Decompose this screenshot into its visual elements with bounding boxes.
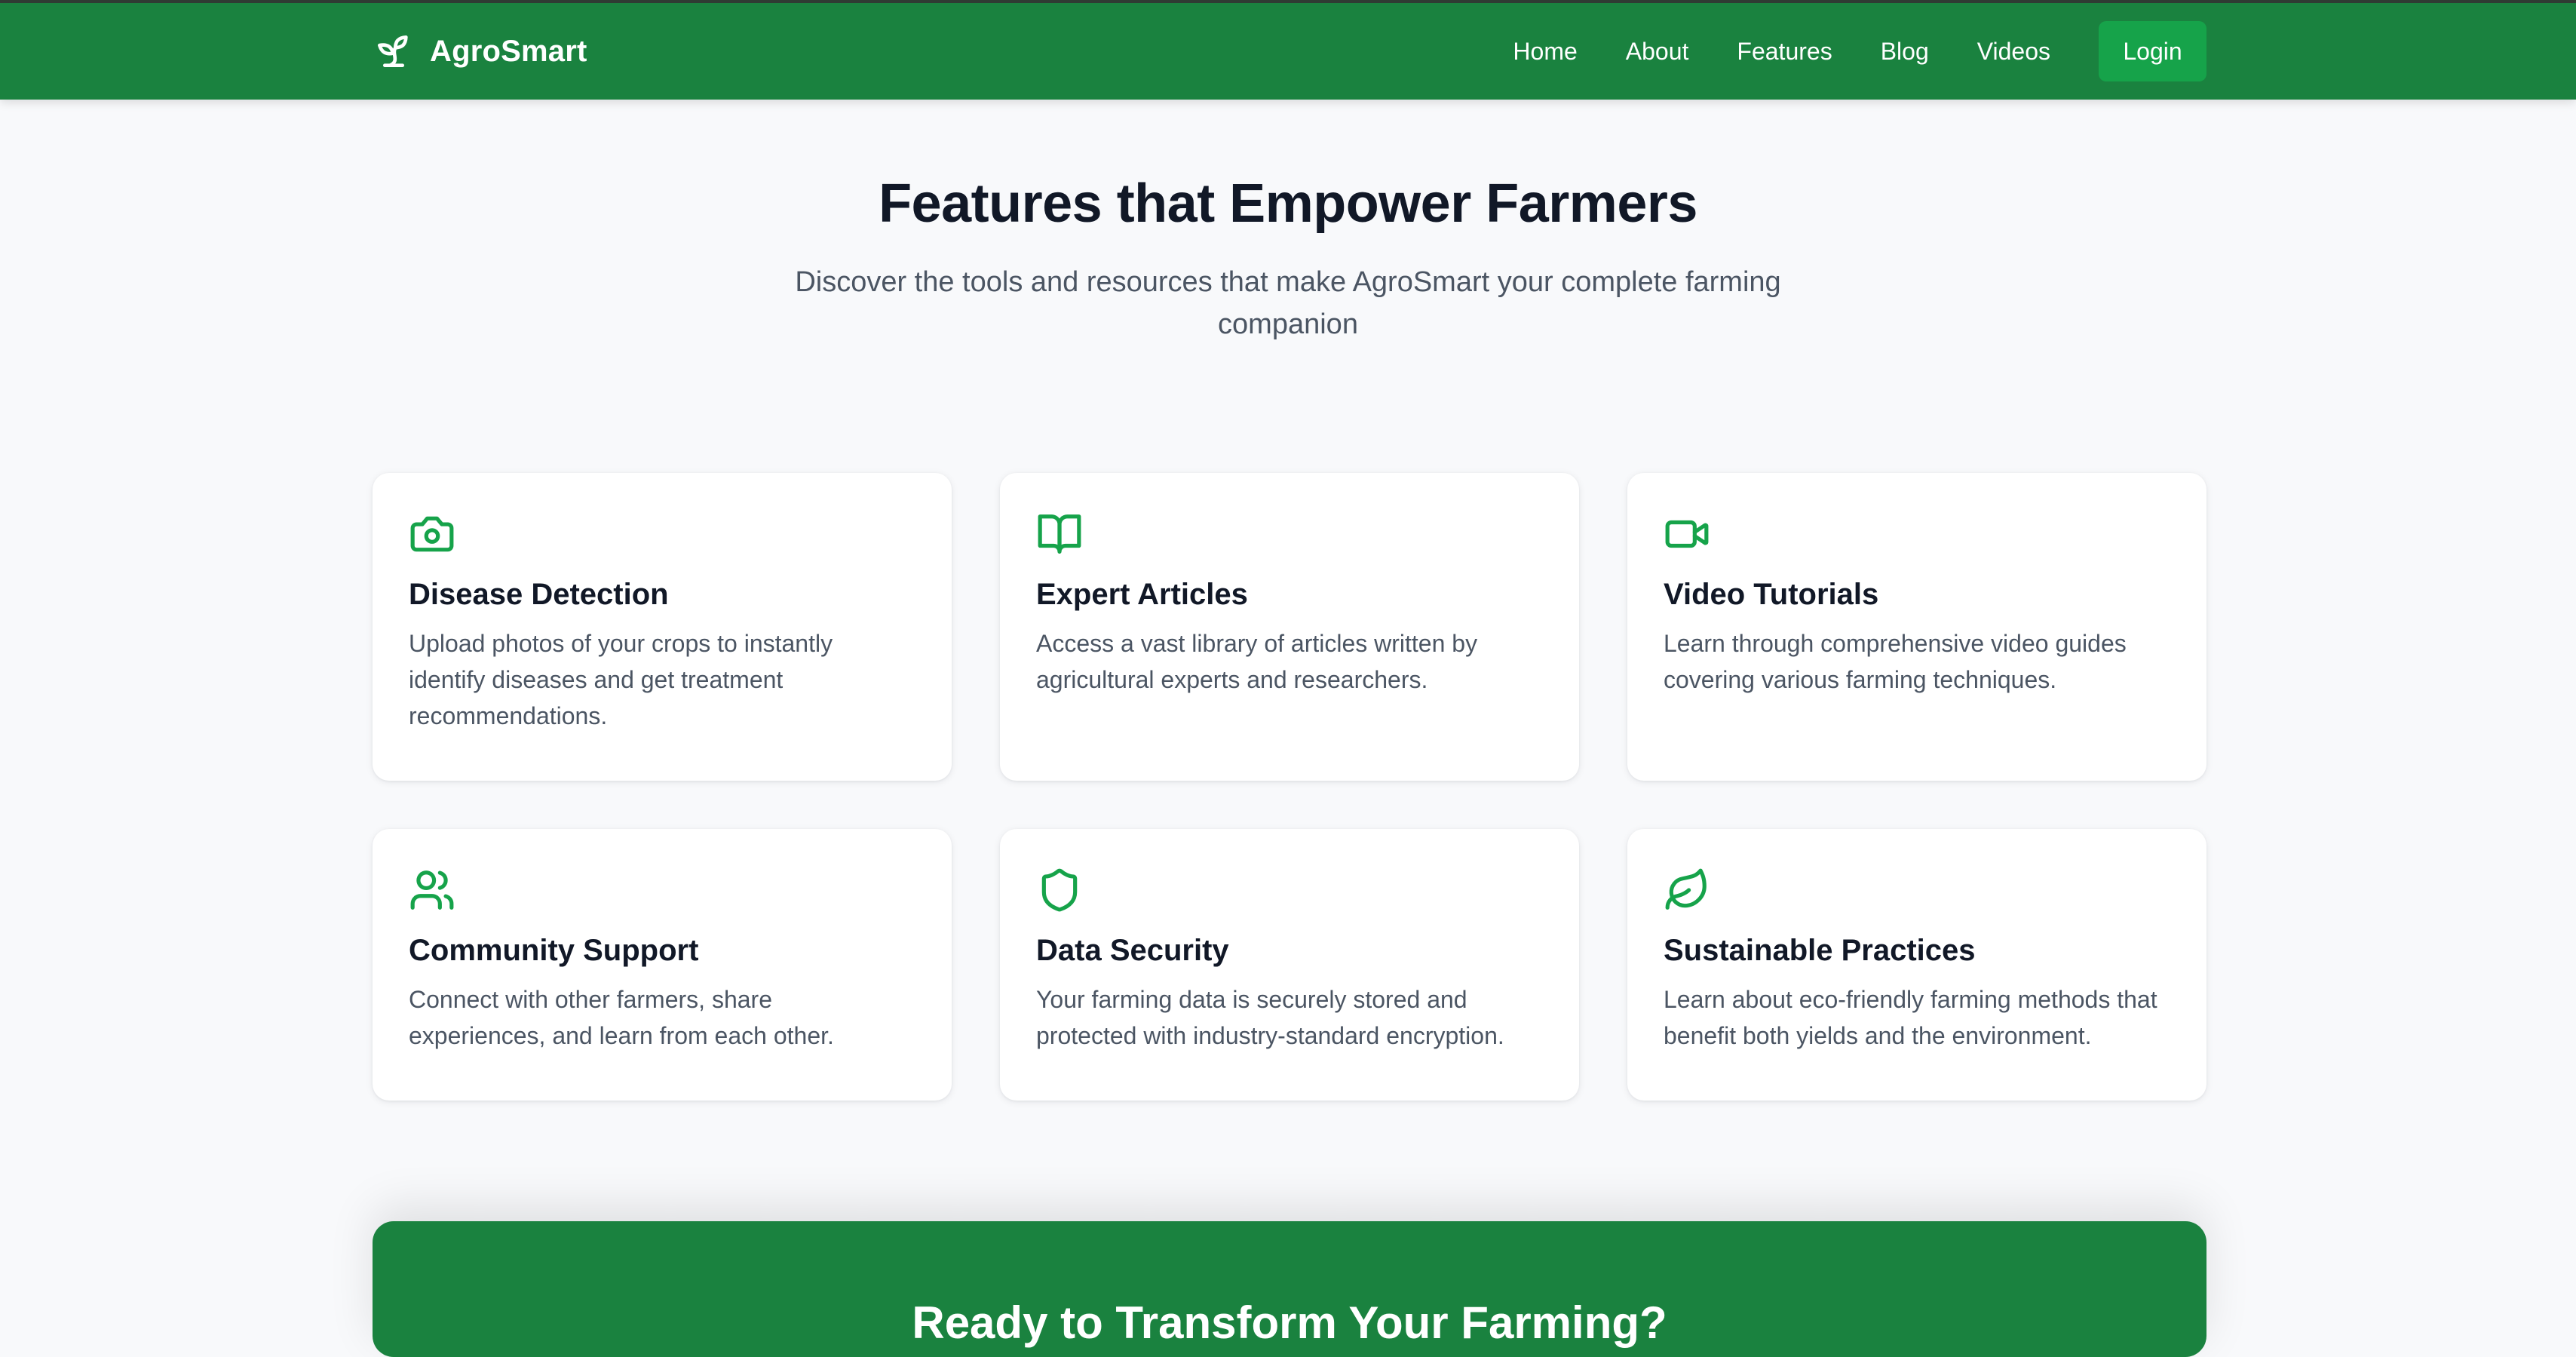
feature-description: Learn through comprehensive video guides… [1664,630,2127,693]
top-navbar: AgroSmart Home About Features Blog Video… [0,0,2576,100]
leaf-icon [1665,868,1707,910]
nav-links: Home About Features Blog Videos Login [1513,21,2206,81]
video-camera-icon [1665,520,1709,548]
nav-link-videos[interactable]: Videos [1977,38,2050,66]
feature-title: Community Support [409,934,699,967]
nav-link-about[interactable]: About [1626,38,1689,66]
users-icon [410,870,454,910]
shield-icon [1041,868,1078,912]
feature-description: Learn about eco-friendly farming methods… [1664,986,2157,1049]
feature-card-community-support: Community Support Connect with other far… [373,829,952,1101]
features-grid-row-2: Community Support Connect with other far… [373,829,2206,1101]
page-title: Features that Empower Farmers [879,173,1697,234]
feature-title: Sustainable Practices [1664,934,1976,967]
sprout-icon [378,35,408,67]
feature-card-video-tutorials: Video Tutorials Learn through comprehens… [1627,473,2206,781]
feature-title: Video Tutorials [1664,578,1879,611]
feature-description: Upload photos of your crops to instantly… [409,630,833,729]
features-grid-row-1: Disease Detection Upload photos of your … [373,473,2206,781]
feature-description: Access a vast library of articles writte… [1036,630,1478,693]
brand-logo[interactable]: AgroSmart [373,30,587,72]
feature-title: Expert Articles [1036,578,1248,611]
cta-banner: Ready to Transform Your Farming? [373,1221,2206,1357]
feature-card-expert-articles: Expert Articles Access a vast library of… [1000,473,1579,781]
feature-title: Disease Detection [409,578,669,611]
page-subtitle: Discover the tools and resources that ma… [795,266,1781,340]
hero-section: Features that Empower Farmers Discover t… [0,166,2576,345]
nav-link-blog[interactable]: Blog [1881,38,1929,66]
nav-link-home[interactable]: Home [1513,38,1577,66]
book-open-icon [1038,514,1081,554]
feature-card-sustainable-practices: Sustainable Practices Learn about eco-fr… [1627,829,2206,1101]
cta-title: Ready to Transform Your Farming? [912,1297,1667,1348]
feature-description: Your farming data is securely stored and… [1036,986,1504,1049]
login-button[interactable]: Login [2099,21,2206,81]
feature-card-data-security: Data Security Your farming data is secur… [1000,829,1579,1101]
feature-title: Data Security [1036,934,1229,967]
feature-description: Connect with other farmers, share experi… [409,986,834,1049]
brand-name: AgroSmart [430,34,587,68]
feature-card-disease-detection: Disease Detection Upload photos of your … [373,473,952,781]
navbar-inner: AgroSmart Home About Features Blog Video… [373,3,2206,100]
nav-link-features[interactable]: Features [1737,38,1832,66]
camera-icon [410,516,454,552]
